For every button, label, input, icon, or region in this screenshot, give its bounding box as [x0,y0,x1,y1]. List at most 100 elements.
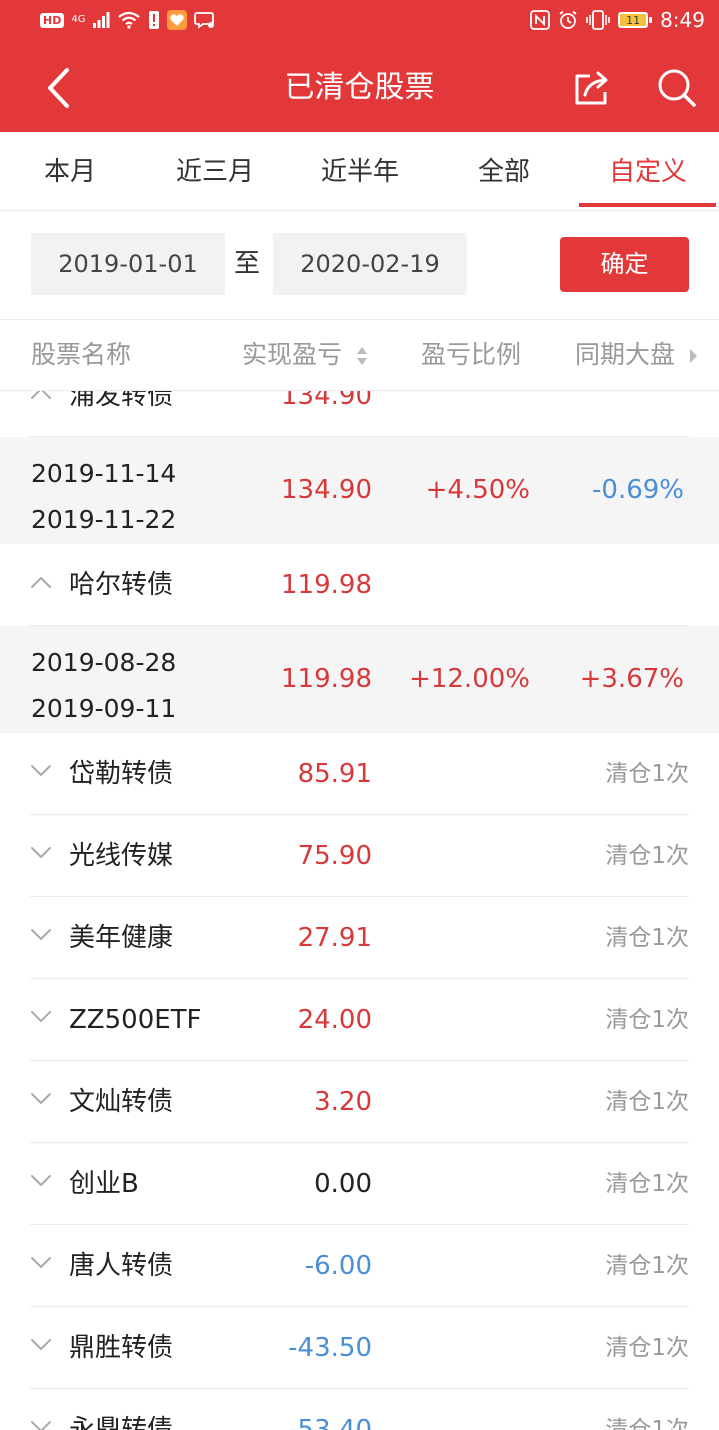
stock-name: 光线传媒 [69,841,174,871]
stock-name: 浦发转债 [69,390,174,411]
buy-date: 2019-08-28 [31,648,177,677]
col-market-change-label: 同期大盘 [575,340,676,369]
stock-row[interactable]: 光线传媒 75.90 清仓1次 [0,815,719,897]
stock-name: 岱勒转债 [69,759,174,789]
stock-name: 永鼎转债 [69,1415,174,1430]
scroll-right-icon[interactable] [689,348,698,364]
status-left: HD 4G [40,10,216,30]
realized-pnl: 24.00 [297,1005,372,1035]
trade-market-change: +3.67% [579,664,684,694]
chevron-up-icon[interactable] [30,575,52,589]
chevron-down-icon[interactable] [30,1338,52,1352]
realized-pnl: 85.91 [297,759,372,789]
stock-name: 创业B [69,1169,139,1199]
trade-dates: 2019-08-28 2019-09-11 [31,640,176,732]
stock-row[interactable]: 创业B 0.00 清仓1次 [0,1143,719,1225]
chevron-down-icon[interactable] [30,1420,52,1430]
nfc-icon [530,10,550,30]
clearance-count: 清仓1次 [605,761,689,787]
stock-row[interactable]: 哈尔转债 119.98 [0,544,719,626]
tab-half-year[interactable]: 近半年 [290,132,430,210]
col-market-change[interactable]: 同期大盘 [575,320,698,390]
trade-pnl-ratio: +4.50% [425,475,530,505]
battery-tip [649,17,653,23]
trade-detail-row: 2019-11-14 2019-11-22 134.90 +4.50% -0.69% [0,437,719,544]
chevron-down-icon[interactable] [30,928,52,942]
network-type: 4G [71,14,86,25]
column-header: 股票名称 实现盈亏 盈亏比例 同期大盘 [0,320,719,391]
realized-pnl: -6.00 [304,1251,372,1281]
status-right: 11 8:49 [530,10,705,30]
stock-row[interactable]: 唐人转债 -6.00 清仓1次 [0,1225,719,1307]
col-realized-pnl[interactable]: 实现盈亏 [242,320,368,390]
trade-dates: 2019-11-14 2019-11-22 [31,451,176,543]
signal-icon [93,12,110,28]
battery-icon: 11 [618,12,653,28]
chevron-down-icon[interactable] [30,1010,52,1024]
search-icon[interactable] [655,66,699,110]
trade-detail-row: 2019-08-28 2019-09-11 119.98 +12.00% +3.67% [0,626,719,733]
col-realized-pnl-label: 实现盈亏 [242,340,343,369]
chevron-down-icon[interactable] [30,1256,52,1270]
start-date-field[interactable]: 2019-01-01 [31,233,225,295]
stock-name: 文灿转债 [69,1087,174,1117]
stock-row[interactable]: 浦发转债 134.90 [0,390,719,437]
clearance-count: 清仓1次 [605,925,689,951]
hd-badge: HD [40,12,65,28]
trade-market-change: -0.69% [592,475,684,505]
battery-level: 11 [618,12,649,28]
trade-pnl: 134.90 [281,475,372,505]
stock-row[interactable]: ZZ500ETF 24.00 清仓1次 [0,979,719,1061]
realized-pnl: -43.50 [288,1333,372,1363]
stock-name: ZZ500ETF [69,1005,202,1035]
status-bar: HD 4G 11 8:49 [0,0,719,44]
active-tab-indicator [579,203,716,207]
alarm-icon [559,10,577,29]
sell-date: 2019-11-22 [31,505,177,534]
tab-custom[interactable]: 自定义 [578,132,718,210]
alert-icon [149,11,160,29]
end-date-field[interactable]: 2020-02-19 [273,233,467,295]
trade-pnl: 119.98 [281,664,372,694]
clearance-count: 清仓1次 [605,843,689,869]
clearance-count: 清仓1次 [605,1171,689,1197]
tab-all[interactable]: 全部 [434,132,574,210]
realized-pnl: 119.98 [281,570,372,600]
realized-pnl: 0.00 [314,1169,372,1199]
stock-row[interactable]: 文灿转债 3.20 清仓1次 [0,1061,719,1143]
sort-icon[interactable] [356,346,368,366]
list-content: 浦发转债 134.90 2019-11-14 2019-11-22 134.90 +4.5… [0,390,719,1430]
chevron-down-icon[interactable] [30,764,52,778]
col-pnl-ratio: 盈亏比例 [421,340,522,369]
vibrate-icon [586,10,610,30]
trade-pnl-ratio: +12.00% [409,664,530,694]
stock-row[interactable]: 鼎胜转债 -43.50 清仓1次 [0,1307,719,1389]
realized-pnl: 3.20 [314,1087,372,1117]
share-icon[interactable] [570,68,614,108]
stock-row[interactable]: 永鼎转债 -53.40 清仓1次 [0,1389,719,1430]
date-range-bar: 2019-01-01 至 2020-02-19 确定 [0,211,719,320]
wifi-icon [118,11,141,29]
chat-icon [194,12,215,29]
buy-date: 2019-11-14 [31,459,177,488]
clearance-count: 清仓1次 [605,1007,689,1033]
chevron-down-icon[interactable] [30,1092,52,1106]
clock: 8:49 [660,8,705,32]
realized-pnl: 134.90 [281,390,372,411]
stock-row[interactable]: 美年健康 27.91 清仓1次 [0,897,719,979]
health-app-icon [167,10,188,30]
tab-this-month[interactable]: 本月 [0,132,140,210]
chevron-up-icon[interactable] [30,390,52,400]
app-screen: HD 4G 11 8:49 已清仓股票 本月 近三月 近半年 全部 自定义 20… [0,0,719,1430]
confirm-button[interactable]: 确定 [560,237,689,292]
chevron-down-icon[interactable] [30,846,52,860]
stock-name: 鼎胜转债 [69,1333,174,1363]
clearance-count: 清仓1次 [605,1417,689,1430]
realized-pnl: 27.91 [297,923,372,953]
tab-three-months[interactable]: 近三月 [145,132,285,210]
stock-row[interactable]: 岱勒转债 85.91 清仓1次 [0,733,719,815]
realized-pnl: -53.40 [288,1415,372,1430]
stock-name: 哈尔转债 [69,570,174,600]
chevron-down-icon[interactable] [30,1174,52,1188]
realized-pnl: 75.90 [297,841,372,871]
